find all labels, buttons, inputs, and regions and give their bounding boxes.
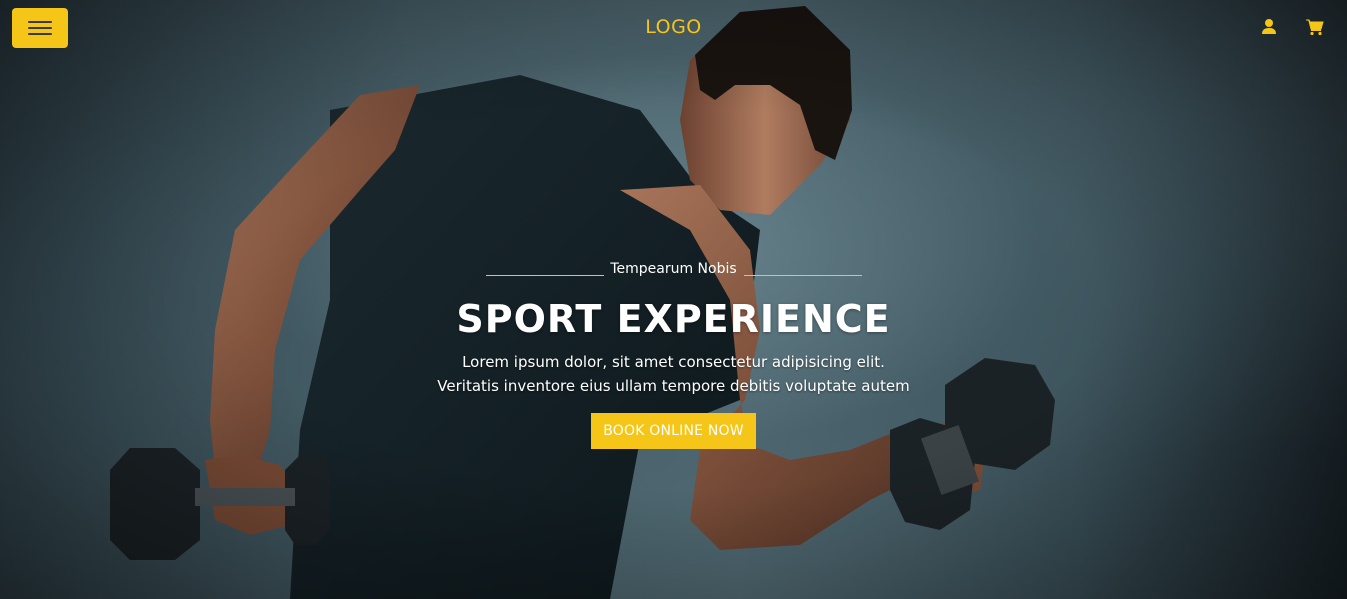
hero-content: Tempearum Nobis SPORT EXPERIENCE Lorem i…: [0, 258, 1347, 449]
book-online-button[interactable]: BOOK ONLINE NOW: [591, 413, 756, 449]
user-icon[interactable]: [1260, 18, 1278, 36]
site-logo[interactable]: LOGO: [0, 16, 1347, 38]
cart-icon[interactable]: [1306, 18, 1324, 36]
hero-section: LOGO Tempearum Nobis SPORT EXPERIENCE Lo…: [0, 0, 1347, 599]
hero-title: SPORT EXPERIENCE: [456, 297, 891, 341]
divider-line-right: [743, 275, 862, 276]
eyebrow-row: Tempearum Nobis: [485, 258, 862, 280]
hero-eyebrow: Tempearum Nobis: [610, 261, 737, 277]
divider-line-left: [485, 275, 604, 276]
hero-description-line-2: Veritatis inventore eius ullam tempore d…: [437, 377, 910, 395]
hero-description-line-1: Lorem ipsum dolor, sit amet consectetur …: [462, 353, 885, 371]
hero-description: Lorem ipsum dolor, sit amet consectetur …: [0, 350, 1347, 398]
